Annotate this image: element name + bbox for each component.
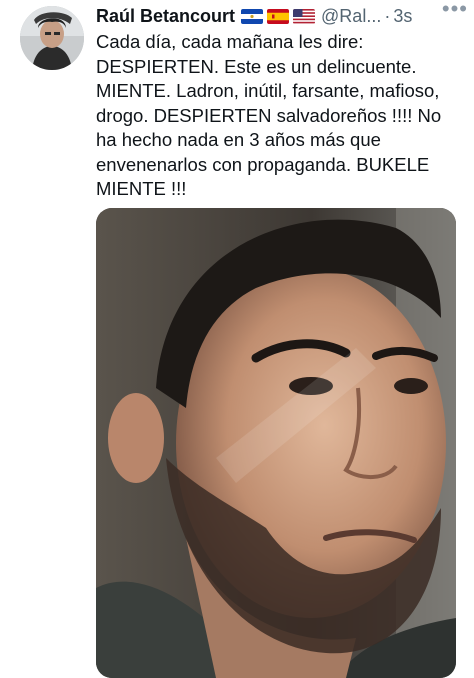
flag-spain-icon (267, 8, 290, 24)
flag-usa-icon (293, 8, 316, 24)
tweet[interactable]: Raúl Betancourt @Ral... · 3s ••• Cada dí… (0, 0, 474, 678)
author-name[interactable]: Raúl Betancourt (96, 6, 235, 27)
more-options-icon[interactable]: ••• (442, 0, 468, 22)
tweet-text: Cada día, cada mañana les dire: DESPIERT… (96, 31, 442, 199)
flag-emojis (241, 8, 316, 24)
flag-el-salvador-icon (241, 8, 264, 24)
tweet-photo[interactable] (96, 208, 456, 678)
author-handle[interactable]: @Ral... (321, 6, 381, 27)
tweet-timestamp[interactable]: 3s (393, 6, 412, 27)
separator-dot: · (384, 5, 391, 26)
avatar[interactable] (20, 6, 84, 70)
tweet-header: Raúl Betancourt @Ral... · 3s (96, 4, 466, 28)
